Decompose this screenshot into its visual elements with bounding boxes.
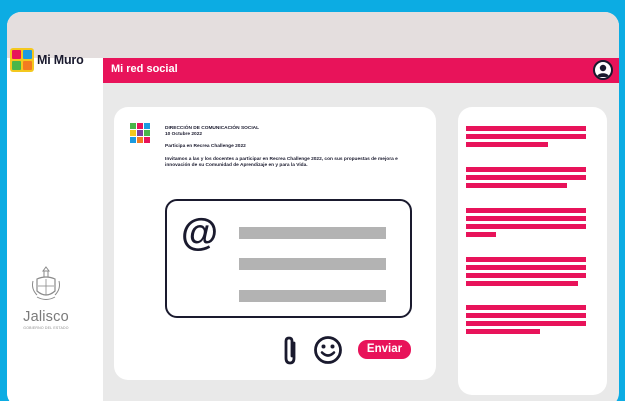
feed-line — [466, 273, 586, 278]
feed-line — [466, 232, 496, 237]
post-card: DIRECCIÓN DE COMUNICACIÓN SOCIAL 10 Octu… — [114, 107, 436, 380]
author-avatar-icon — [130, 123, 150, 143]
feed-line — [466, 175, 586, 180]
feed-line — [466, 281, 578, 286]
feed-line — [466, 134, 586, 139]
brand-subtitle: GOBIERNO DEL ESTADO — [23, 326, 69, 330]
brand-name: Jalisco — [23, 309, 69, 325]
top-bar: Mi red social — [103, 58, 619, 83]
feed-line — [466, 167, 586, 172]
compose-placeholder-line — [239, 227, 386, 239]
feed-line — [466, 305, 586, 310]
logo-text: Mi Muro — [37, 53, 84, 67]
user-avatar-icon[interactable] — [593, 60, 613, 80]
compose-placeholder-line — [239, 290, 386, 302]
smiley-icon[interactable] — [313, 335, 343, 365]
logo-tiles-icon — [10, 48, 34, 72]
post-date: 10 Octubre 2022 — [165, 131, 203, 137]
feed-panel — [458, 107, 607, 395]
at-sign-icon: @ — [181, 212, 219, 254]
feed-line — [466, 265, 586, 270]
compose-placeholder-line — [239, 258, 386, 270]
feed-line — [466, 321, 586, 326]
window-titlebar — [7, 12, 619, 58]
send-button[interactable]: Enviar — [358, 340, 411, 359]
jalisco-brand: Jalisco GOBIERNO DEL ESTADO — [10, 265, 82, 330]
post-body: Invitamos a las y los docentes a partici… — [165, 157, 398, 168]
feed-line — [466, 224, 586, 229]
paperclip-icon[interactable] — [279, 336, 301, 366]
feed-line — [466, 208, 586, 213]
feed-line — [466, 216, 586, 221]
feed-line — [466, 126, 586, 131]
feed-line — [466, 329, 540, 334]
jalisco-seal-icon — [32, 266, 60, 300]
section-title: Mi red social — [111, 63, 178, 75]
compose-box[interactable]: @ — [165, 199, 412, 318]
post-header: DIRECCIÓN DE COMUNICACIÓN SOCIAL 10 Octu… — [165, 126, 425, 137]
feed-line — [466, 313, 586, 318]
post-subject: Participa en Recrea Challenge 2022 — [165, 144, 246, 149]
feed-line — [466, 183, 567, 188]
sidebar — [7, 58, 103, 401]
feed-line — [466, 142, 548, 147]
feed-line — [466, 257, 586, 262]
mi-muro-logo[interactable]: Mi Muro — [10, 48, 84, 72]
